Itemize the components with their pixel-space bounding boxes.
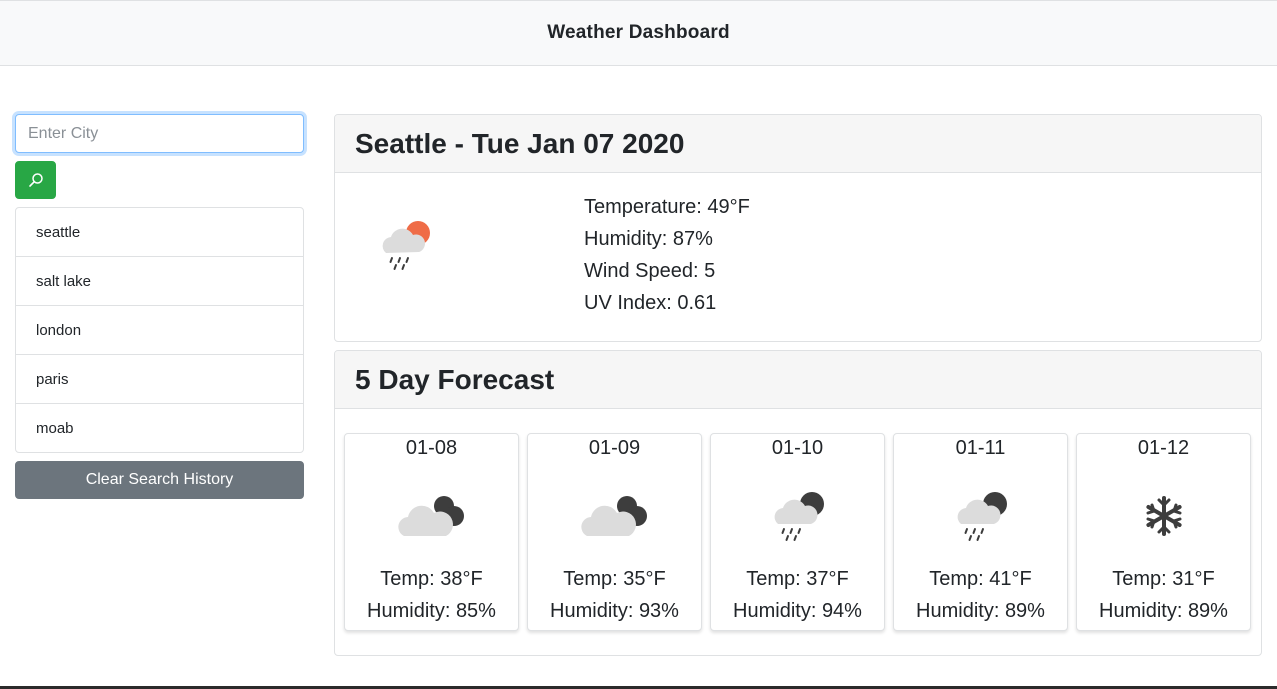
- cloudy-night-icon: [580, 496, 647, 536]
- forecast-humidity: Humidity: 89%: [916, 600, 1045, 622]
- city-search-input[interactable]: [15, 114, 304, 153]
- history-item[interactable]: seattle: [16, 208, 303, 257]
- page-title: Weather Dashboard: [547, 22, 730, 43]
- cloudy-night-icon: [397, 496, 464, 536]
- forecast-temp: Temp: 37°F: [746, 568, 849, 590]
- forecast-date: 01-08: [405, 437, 458, 459]
- forecast-date: 01-09: [588, 437, 641, 459]
- snow-icon: [1145, 496, 1182, 536]
- forecast-row: 01-08 Temp: 38°F Humidity: 85% 01-09 Tem…: [344, 433, 1251, 631]
- sidebar: seattle salt lake london paris moab Clea…: [15, 114, 304, 499]
- rain-night-icon: [957, 492, 1007, 541]
- forecast-humidity: Humidity: 94%: [733, 600, 862, 622]
- forecast-day-card: 01-10 Temp: 37°F Humidity: 94%: [710, 433, 885, 631]
- forecast-temp: Temp: 31°F: [1112, 568, 1215, 590]
- forecast-temp: Temp: 38°F: [380, 568, 483, 590]
- forecast-temp: Temp: 41°F: [929, 568, 1032, 590]
- forecast-day-card: 01-12 Temp: 31°F Humidity: 89%: [1076, 433, 1251, 631]
- rain-night-icon: [774, 492, 824, 541]
- temperature-value: Temperature: 49°F: [584, 196, 750, 218]
- search-icon: [28, 173, 43, 187]
- navbar: Weather Dashboard: [0, 0, 1277, 66]
- forecast-day-card: 01-11 Temp: 41°F Humidity: 89%: [893, 433, 1068, 631]
- uv-index-value: UV Index: 0.61: [584, 292, 717, 314]
- humidity-value: Humidity: 87%: [584, 228, 713, 250]
- rain-sun-icon: [382, 221, 430, 270]
- history-item[interactable]: paris: [16, 355, 303, 404]
- forecast-temp: Temp: 35°F: [563, 568, 666, 590]
- forecast-humidity: Humidity: 93%: [550, 600, 679, 622]
- current-weather-heading: Seattle - Tue Jan 07 2020: [335, 115, 1261, 173]
- forecast-day-card: 01-08 Temp: 38°F Humidity: 85%: [344, 433, 519, 631]
- forecast-humidity: Humidity: 85%: [367, 600, 496, 622]
- forecast-card: 5 Day Forecast 01-08 Temp: 38°F Humidity…: [334, 350, 1262, 656]
- clear-history-button[interactable]: Clear Search History: [15, 461, 304, 499]
- search-button[interactable]: [15, 161, 56, 199]
- history-item[interactable]: moab: [16, 404, 303, 452]
- history-item[interactable]: salt lake: [16, 257, 303, 306]
- forecast-day-card: 01-09 Temp: 35°F Humidity: 93%: [527, 433, 702, 631]
- forecast-humidity: Humidity: 89%: [1099, 600, 1228, 622]
- forecast-date: 01-11: [955, 437, 1006, 459]
- current-stats: Temperature: 49°F Humidity: 87% Wind Spe…: [584, 191, 750, 319]
- history-item[interactable]: london: [16, 306, 303, 355]
- forecast-heading: 5 Day Forecast: [335, 351, 1261, 409]
- current-weather-card: Seattle - Tue Jan 07 2020 Temperature: 4…: [334, 114, 1262, 342]
- forecast-date: 01-10: [771, 437, 824, 459]
- search-history-list: seattle salt lake london paris moab: [15, 207, 304, 453]
- forecast-date: 01-12: [1137, 437, 1190, 459]
- wind-speed-value: Wind Speed: 5: [584, 260, 716, 282]
